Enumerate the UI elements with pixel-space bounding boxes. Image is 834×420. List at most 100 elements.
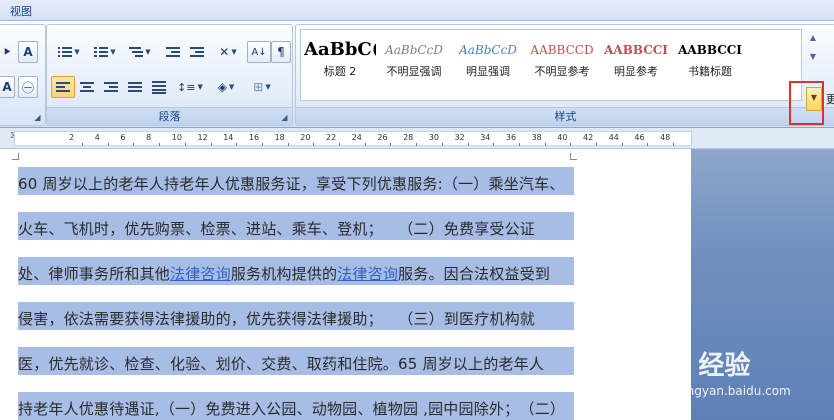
pilcrow-icon: ¶ (277, 45, 285, 59)
ruler-number: 26 (377, 133, 388, 142)
shrink-font-icon[interactable]: ⯈ (0, 41, 15, 63)
shading-button[interactable]: ◈ ▼ (209, 76, 243, 98)
decrease-indent-button[interactable] (161, 41, 185, 63)
ruler-tick (647, 143, 649, 146)
align-center-icon (80, 81, 94, 93)
style-tile[interactable]: AABBCCI 明显参考 (600, 35, 672, 89)
style-tile[interactable]: AaBbCcD 不明显强调 (378, 35, 450, 89)
multilevel-list-button[interactable]: ▼ (123, 41, 157, 63)
align-right-button[interactable] (99, 76, 123, 98)
ruler-number: 44 (608, 133, 619, 142)
paragraph-dialog-launcher-icon[interactable]: ◢ (280, 113, 289, 122)
sort-button[interactable]: A↓ (247, 41, 271, 63)
ruler-number: 48 (660, 133, 671, 142)
legal-consult-link[interactable]: 法律咨询 (337, 265, 398, 283)
document-line[interactable]: 医，优先就诊、检查、化验、划价、交费、取药和住院。65 周岁以上的老年人 (18, 353, 544, 374)
gallery-scroll-up-icon[interactable]: ▲ (806, 33, 820, 42)
tab-view[interactable]: 视图 (10, 3, 32, 19)
text-segment: 火车、飞机时，优先购票、检票、进站、乘车、登机； （二）免费享受公证 (18, 220, 536, 238)
document-line[interactable]: 持老年人优惠待遇证,（一）免费进入公园、动物园、植物园 ,园中园除外； （二） (18, 398, 565, 419)
justify-button[interactable] (123, 76, 147, 98)
style-tile[interactable]: AaBbCcD 明显强调 (452, 35, 524, 89)
style-tile[interactable]: AABBCCD 不明显参考 (526, 35, 598, 89)
style-name: 书籍标题 (688, 65, 732, 78)
borders-button[interactable]: ⊞ ▼ (245, 76, 279, 98)
bullets-button[interactable]: ▼ (51, 41, 87, 63)
document-line[interactable]: 火车、飞机时，优先购票、检票、进站、乘车、登机； （二）免费享受公证 (18, 218, 535, 239)
line-spacing-button[interactable]: ↕≡ ▼ (173, 76, 207, 98)
document-line[interactable]: 处、律师事务所和其他法律咨询服务机构提供的法律咨询服务。因合法权益受到 (18, 263, 550, 284)
style-sample: AaBbCcD (459, 43, 517, 57)
style-sample: AABBCCD (530, 43, 594, 57)
ruler-number: 28 (403, 133, 414, 142)
chinese-layout-icon: ✕ (219, 45, 230, 59)
legal-consult-link[interactable]: 法律咨询 (170, 265, 231, 283)
align-right-icon (104, 81, 118, 93)
numbering-button[interactable]: ▼ (87, 41, 123, 63)
distributed-icon (152, 81, 166, 94)
ruler-tick (159, 143, 161, 146)
text-segment: 60 周岁以上的老年人持老年人优惠服务证，享受下列优惠服务:（一）乘坐汽车、 (18, 175, 565, 193)
document-page[interactable]: 60 周岁以上的老年人持老年人优惠服务证，享受下列优惠服务:（一）乘坐汽车、 火车… (0, 149, 691, 420)
align-left-button[interactable] (51, 76, 75, 98)
ruler-tick (570, 143, 572, 146)
font-dialog-launcher-icon[interactable]: ◢ (33, 113, 42, 122)
change-styles-label[interactable]: 更 (826, 91, 834, 107)
ruler-number: 20 (300, 133, 311, 142)
distributed-button[interactable] (147, 76, 171, 98)
document-line[interactable]: 60 周岁以上的老年人持老年人优惠服务证，享受下列优惠服务:（一）乘坐汽车、 (18, 173, 565, 194)
ruler-number: 8 (146, 133, 152, 142)
ruler-tick (133, 143, 135, 146)
border-grid-icon: ⊞ (253, 80, 264, 94)
ruler-tick (621, 143, 623, 146)
ruler-number: 12 (197, 133, 208, 142)
ruler-tick (596, 143, 597, 146)
multilevel-list-icon (129, 46, 144, 58)
ruler-number: 16 (248, 133, 260, 142)
ruler-number: 6 (120, 133, 126, 142)
style-tile[interactable]: AaBbC(标题 2 (304, 35, 376, 89)
ruler-tick (390, 143, 392, 146)
ruler-number: 18 (274, 133, 285, 142)
text-segment: 处、律师事务所和其他 (18, 265, 171, 283)
paragraph-group-label: 段落 (47, 107, 292, 125)
style-name: 明显参考 (614, 65, 658, 78)
text-effect-button[interactable]: A (0, 76, 15, 98)
ruler-number: 10 (171, 133, 182, 142)
increase-indent-button[interactable] (185, 41, 209, 63)
ruler-tick (339, 143, 340, 146)
show-marks-button[interactable]: ¶ (271, 41, 291, 63)
ruler-tick (467, 143, 469, 146)
change-case-button[interactable]: A (18, 41, 38, 63)
ruler-tick (313, 143, 315, 146)
ruler-tick (261, 143, 263, 146)
ruler-number: 2 (69, 133, 75, 142)
line-spacing-icon: ↕≡ (177, 80, 196, 94)
align-center-button[interactable] (75, 76, 99, 98)
enclosed-char-button[interactable]: ㊀ (18, 76, 38, 98)
document-line[interactable]: 侵害，依法需要获得法律援助的，优先获得法律援助； （三）到医疗机构就 (18, 308, 535, 329)
ruler-number: 42 (583, 133, 594, 142)
font-group: ⯈ A A ㊀ ◢ (0, 24, 46, 126)
bullets-icon (58, 46, 73, 58)
paragraph-group: ▼ ▼ ▼ ✕ ▼ A↓ ¶ ↕≡ ▼ ◈ ▼ ⊞ ▼ 段落 ◢ (46, 24, 293, 126)
style-sample: AaBbCcD (385, 43, 443, 57)
style-tile[interactable]: AABBCCI 书籍标题 (674, 35, 746, 89)
ruler-track: 2 4 6 8 10 12 14 16 18 20 22 24 26 28 30 32 34 36 38 40 42 44… (14, 131, 692, 146)
chinese-layout-button[interactable]: ✕ ▼ (211, 41, 245, 63)
ruler-number: 30 (428, 133, 439, 142)
ruler-number: 34 (480, 133, 491, 142)
text-segment: 医，优先就诊、检查、化验、划价、交费、取药和住院。65 周岁以上的老年人 (18, 355, 545, 373)
styles-group-label: 样式 (296, 107, 834, 125)
ruler-number: 24 (351, 133, 362, 142)
style-name: 标题 2 (323, 65, 357, 78)
align-left-icon (56, 81, 70, 93)
text-segment: 服务。因合法权益受到 (398, 265, 551, 283)
ruler-tick (107, 143, 109, 146)
gallery-scroll-down-icon[interactable]: ▼ (806, 52, 820, 61)
sort-icon: A↓ (251, 46, 267, 58)
numbering-icon (94, 46, 109, 58)
increase-indent-icon (190, 46, 204, 58)
horizontal-ruler[interactable]: ⧖ 24681012141618202224262830323436384042… (0, 128, 834, 149)
ruler-number: 32 (454, 133, 465, 142)
